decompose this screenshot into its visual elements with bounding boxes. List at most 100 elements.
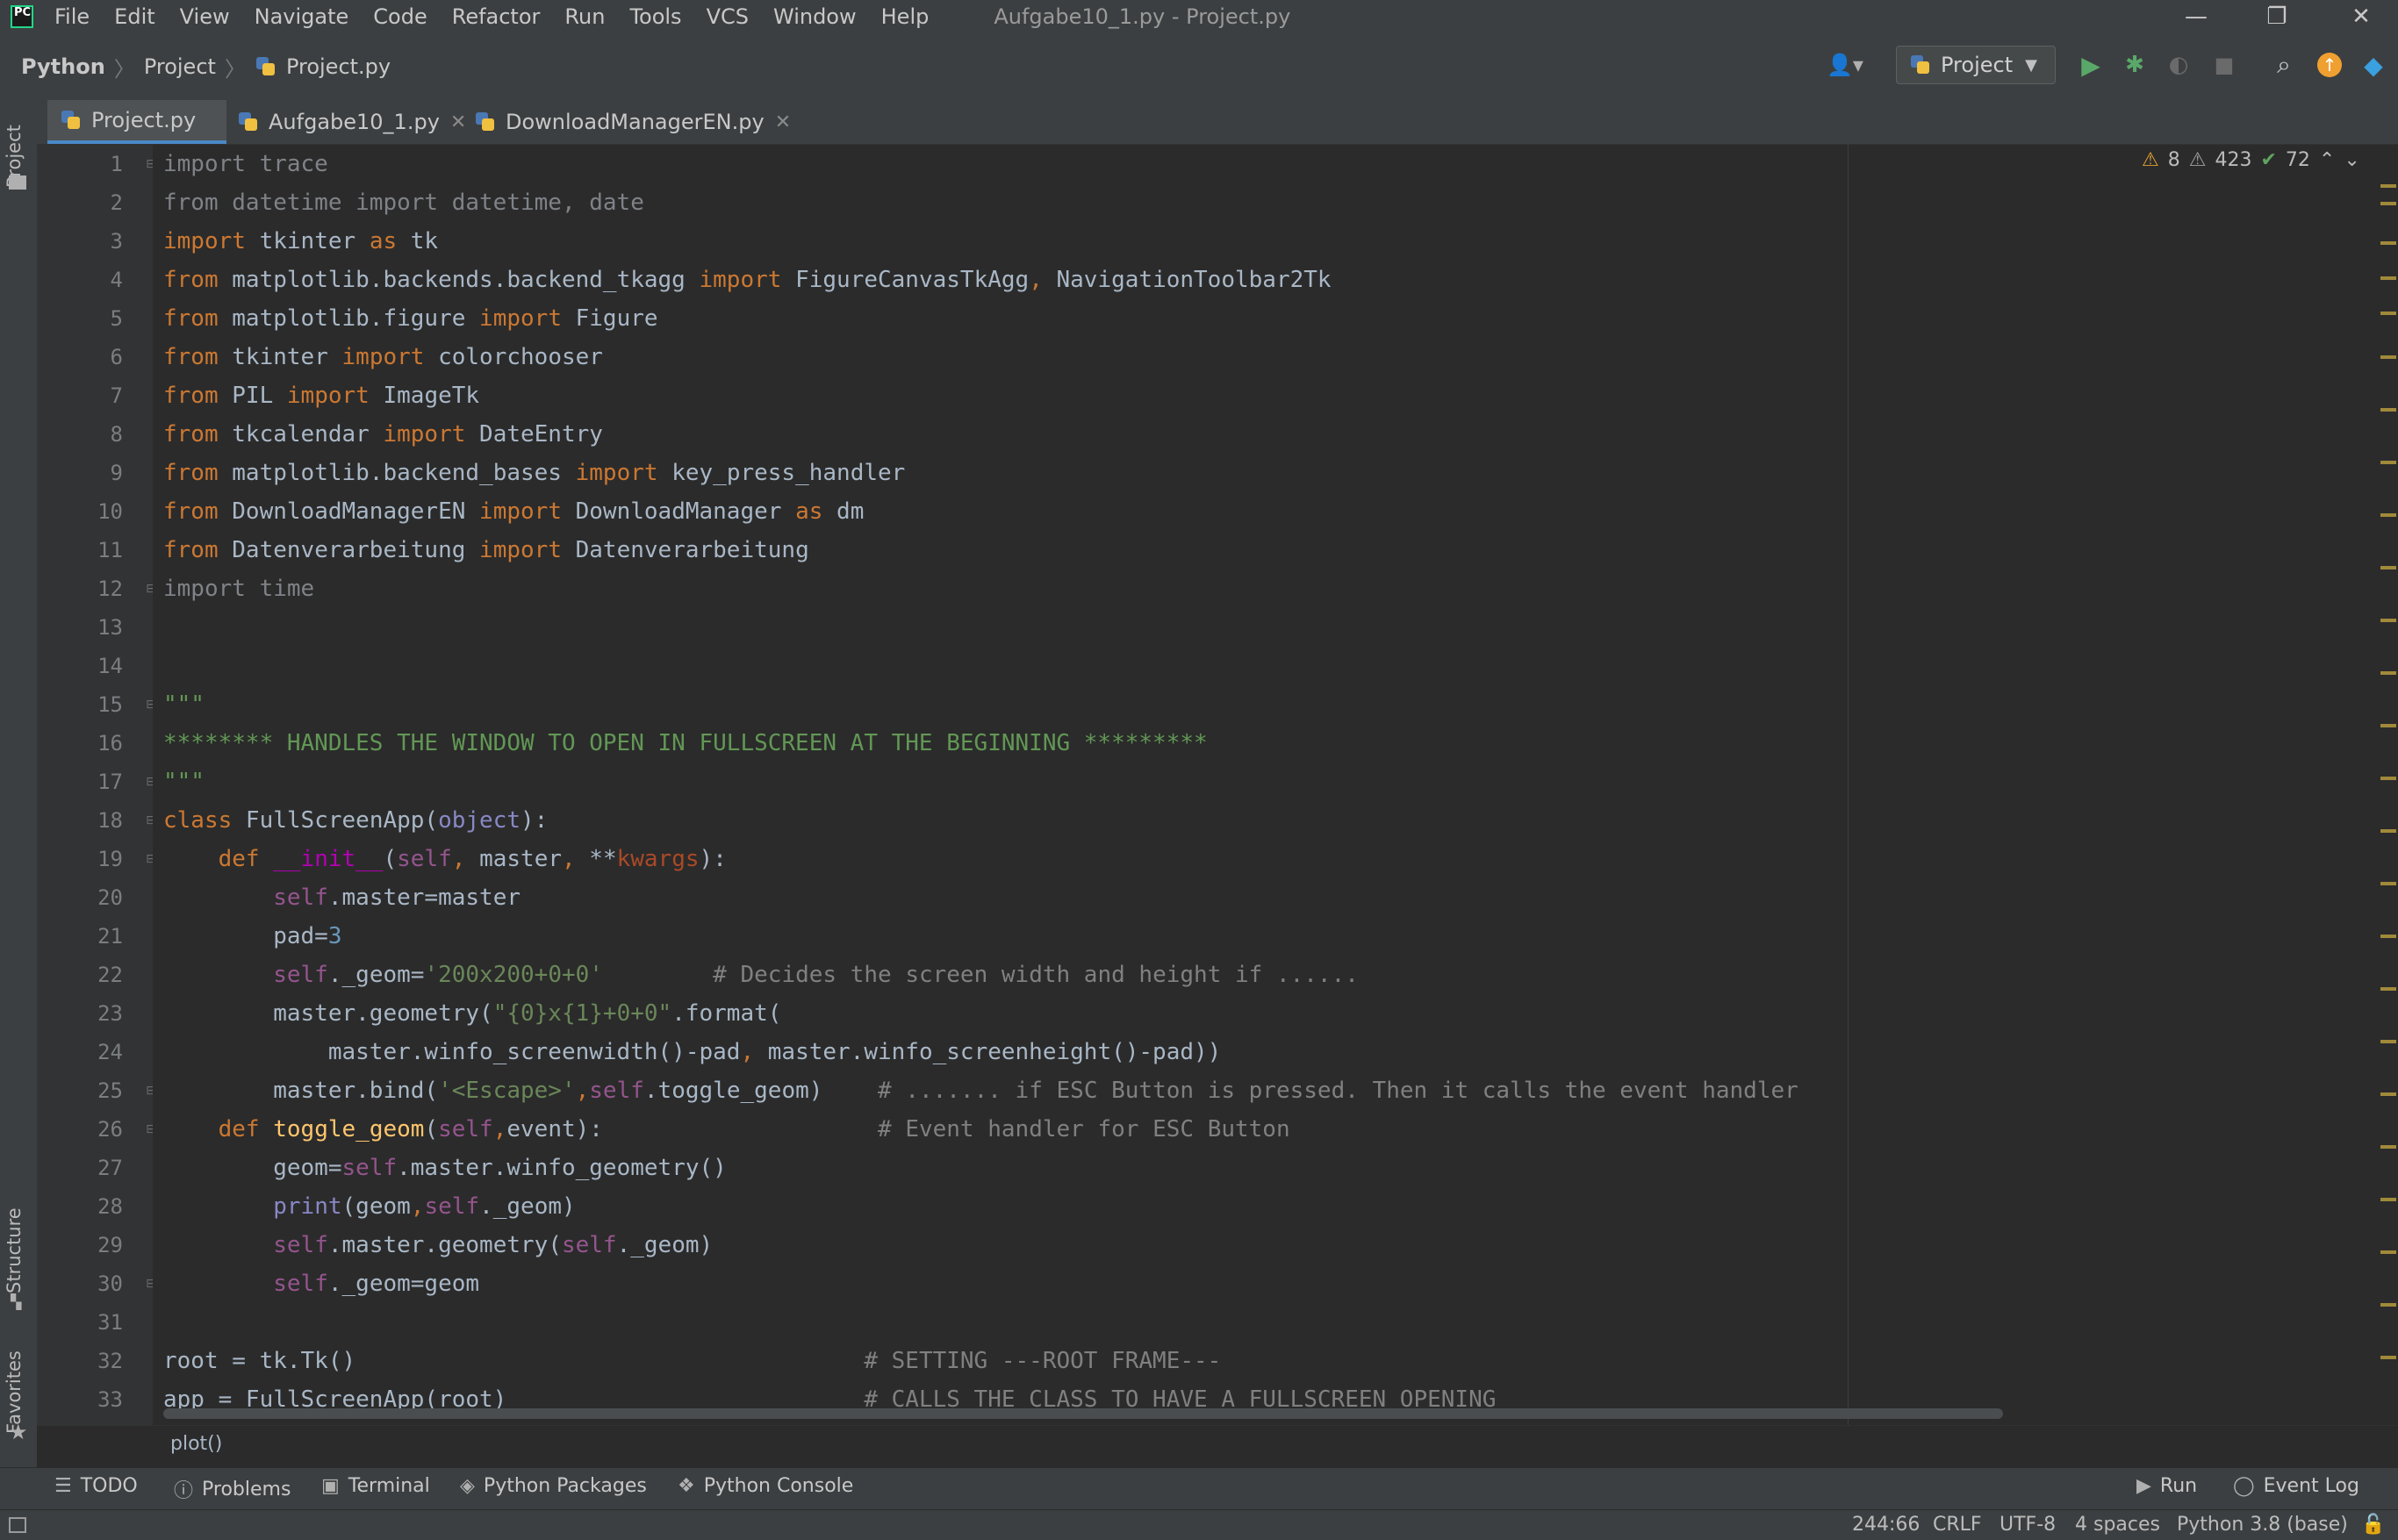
tab-aufgabe10-1-py[interactable]: Aufgabe10_1.py ✕	[237, 100, 466, 144]
code-line[interactable]: from tkcalendar import DateEntry	[163, 415, 603, 454]
tab-downloadmanageren-py[interactable]: DownloadManagerEN.py ✕	[474, 100, 791, 144]
close-icon[interactable]: ✕	[450, 111, 466, 133]
tool-todo[interactable]: ☰ TODO	[54, 1475, 138, 1497]
code-line[interactable]: self._geom='200x200+0+0' # Decides the s…	[163, 956, 1359, 994]
code-line[interactable]: geom=self.master.winfo_geometry()	[163, 1149, 727, 1187]
warning-marker[interactable]	[2380, 184, 2396, 188]
minimize-button[interactable]: —	[2168, 0, 2224, 33]
warning-marker[interactable]	[2380, 461, 2396, 464]
code-breadcrumb[interactable]: plot()	[170, 1433, 222, 1455]
warning-marker[interactable]	[2380, 882, 2396, 885]
menu-tools[interactable]: Tools	[629, 4, 681, 29]
warning-marker[interactable]	[2380, 671, 2396, 675]
line-number-gutter[interactable]: 1 2 3 4 5 6 7 8 9 10 11 12 13 14 15 16 1…	[37, 145, 156, 1425]
code-line[interactable]: self.master=master	[163, 878, 521, 917]
code-line[interactable]: def __init__(self, master, **kwargs):	[163, 840, 727, 878]
menu-edit[interactable]: Edit	[114, 4, 154, 29]
warning-marker[interactable]	[2380, 241, 2396, 245]
code-line[interactable]: ******** HANDLES THE WINDOW TO OPEN IN F…	[163, 724, 1208, 763]
menu-run[interactable]: Run	[564, 4, 605, 29]
line-separator[interactable]: CRLF	[1933, 1514, 1982, 1536]
tab-project-py[interactable]: Project.py	[47, 100, 226, 144]
structure-tool-tab[interactable]: Structure	[4, 1197, 25, 1293]
code-line[interactable]: root = tk.Tk() # SETTING ---ROOT FRAME--…	[163, 1342, 1221, 1380]
code-line[interactable]: master.geometry("{0}x{1}+0+0".format(	[163, 994, 781, 1033]
tool-python-packages[interactable]: ◈ Python Packages	[460, 1475, 647, 1497]
python-interpreter[interactable]: Python 3.8 (base)	[2177, 1514, 2348, 1536]
caret-position[interactable]: 244:66	[1852, 1514, 1920, 1536]
menu-refactor[interactable]: Refactor	[452, 4, 541, 29]
inspection-widget[interactable]: ⚠ 8 ⚠ 423 ✔ 72 ⌃ ⌄	[2142, 149, 2369, 171]
code-line[interactable]: from Datenverarbeitung import Datenverar…	[163, 531, 809, 569]
close-icon[interactable]: ✕	[775, 111, 791, 133]
warning-marker[interactable]	[2380, 408, 2396, 412]
code-line[interactable]: class FullScreenApp(object):	[163, 801, 548, 840]
code-line[interactable]: from matplotlib.figure import Figure	[163, 299, 658, 338]
indent-setting[interactable]: 4 spaces	[2075, 1514, 2160, 1536]
warning-marker[interactable]	[2380, 1145, 2396, 1149]
menu-help[interactable]: Help	[881, 4, 930, 29]
menu-vcs[interactable]: VCS	[707, 4, 749, 29]
chevron-up-icon[interactable]: ⌃	[2319, 149, 2335, 171]
tool-terminal[interactable]: ▣ Terminal	[321, 1475, 430, 1497]
warning-marker[interactable]	[2380, 312, 2396, 315]
warning-marker[interactable]	[2380, 1356, 2396, 1359]
run-config-selector[interactable]: Project ▼	[1896, 46, 2056, 84]
code-line[interactable]: master.winfo_screenwidth()-pad, master.w…	[163, 1033, 1222, 1071]
breadcrumb-file[interactable]: Project.py	[286, 54, 391, 79]
code-line[interactable]: import time	[163, 569, 314, 608]
warning-marker[interactable]	[2380, 987, 2396, 991]
warning-marker[interactable]	[2380, 935, 2396, 938]
warning-marker[interactable]	[2380, 829, 2396, 833]
layout-toggle-icon[interactable]	[9, 1517, 26, 1533]
code-line[interactable]: import tkinter as tk	[163, 222, 438, 261]
code-line[interactable]: from matplotlib.backend_bases import key…	[163, 454, 905, 492]
code-line[interactable]: from PIL import ImageTk	[163, 376, 479, 415]
debug-icon[interactable]: ✱	[2119, 47, 2150, 82]
warning-marker[interactable]	[2380, 1092, 2396, 1096]
warning-marker[interactable]	[2380, 619, 2396, 622]
menu-file[interactable]: File	[54, 4, 90, 29]
file-encoding[interactable]: UTF-8	[2000, 1514, 2056, 1536]
code-editor[interactable]: import trace from datetime import datetim…	[153, 145, 2373, 1425]
horizontal-scrollbar[interactable]	[163, 1408, 2003, 1419]
warning-marker[interactable]	[2380, 566, 2396, 569]
warning-marker[interactable]	[2380, 724, 2396, 727]
code-line[interactable]: from matplotlib.backends.backend_tkagg i…	[163, 261, 1332, 299]
warning-marker[interactable]	[2380, 1303, 2396, 1307]
warning-marker[interactable]	[2380, 1198, 2396, 1201]
code-line[interactable]: print(geom,self._geom)	[163, 1187, 575, 1226]
breadcrumb-python[interactable]: Python	[21, 54, 105, 79]
breadcrumb-project[interactable]: Project	[144, 54, 216, 79]
stop-icon[interactable]: ■	[2208, 47, 2240, 82]
update-icon[interactable]: ↑	[2314, 47, 2345, 82]
menu-navigate[interactable]: Navigate	[255, 4, 349, 29]
warning-marker[interactable]	[2380, 1040, 2396, 1043]
chevron-down-icon[interactable]: ⌄	[2344, 149, 2359, 171]
menu-code[interactable]: Code	[373, 4, 427, 29]
warning-marker[interactable]	[2380, 202, 2396, 205]
menu-view[interactable]: View	[180, 4, 230, 29]
tool-event-log[interactable]: ◯ Event Log	[2233, 1475, 2359, 1497]
code-line[interactable]: self.master.geometry(self._geom)	[163, 1226, 713, 1264]
run-icon[interactable]: ▶	[2075, 47, 2107, 82]
toolbox-icon[interactable]: ◆	[2358, 47, 2389, 82]
close-window-button[interactable]: ✕	[2333, 0, 2389, 33]
warning-marker[interactable]	[2380, 513, 2396, 517]
code-line[interactable]: from datetime import datetime, date	[163, 183, 644, 222]
menu-window[interactable]: Window	[773, 4, 857, 29]
tool-run[interactable]: ▶ Run	[2136, 1475, 2197, 1497]
error-marker-stripe[interactable]	[2373, 145, 2398, 1425]
coverage-icon[interactable]: ◐	[2163, 47, 2194, 82]
code-line[interactable]: master.bind('<Escape>',self.toggle_geom)…	[163, 1071, 1798, 1110]
warning-marker[interactable]	[2380, 777, 2396, 780]
code-line[interactable]: def toggle_geom(self,event): # Event han…	[163, 1110, 1290, 1149]
lock-icon[interactable]: 🔓	[2361, 1514, 2385, 1536]
warning-marker[interactable]	[2380, 355, 2396, 359]
code-line[interactable]: import trace	[163, 145, 328, 183]
code-line[interactable]: from DownloadManagerEN import DownloadMa…	[163, 492, 864, 531]
code-line[interactable]: """	[163, 685, 205, 724]
warning-marker[interactable]	[2380, 1250, 2396, 1254]
code-line[interactable]: """	[163, 763, 205, 801]
search-icon[interactable]: ⌕	[2268, 47, 2300, 82]
